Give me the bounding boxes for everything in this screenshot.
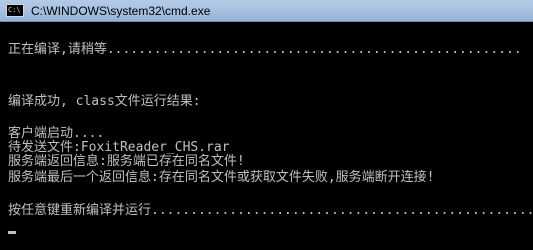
console-output[interactable]: 正在编译,请稍等................................… xyxy=(0,22,533,250)
console-line-press-any-key: 按任意键重新编译并运行.............................… xyxy=(8,203,533,218)
console-line-compiling: 正在编译,请稍等................................… xyxy=(8,42,522,57)
console-line-file-to-send: 待发送文件:FoxitReader_CHS.rar xyxy=(8,140,230,155)
console-line-server-reply: 服务端返回信息:服务端已存在同名文件! xyxy=(8,154,245,169)
console-app-icon[interactable]: C:\ xyxy=(6,4,24,17)
cmd-window: C:\ C:\WINDOWS\system32\cmd.exe 正在编译,请稍等… xyxy=(0,0,533,250)
console-line-client-start: 客户端启动.... xyxy=(8,126,105,141)
text-cursor xyxy=(8,231,16,234)
window-title: C:\WINDOWS\system32\cmd.exe xyxy=(31,4,211,18)
console-line-server-last-reply: 服务端最后一个返回信息:存在同名文件或获取文件失败,服务端断开连接! xyxy=(8,170,435,185)
title-bar[interactable]: C:\ C:\WINDOWS\system32\cmd.exe xyxy=(0,0,533,22)
console-line-compile-success: 编译成功, class文件运行结果: xyxy=(8,94,201,109)
